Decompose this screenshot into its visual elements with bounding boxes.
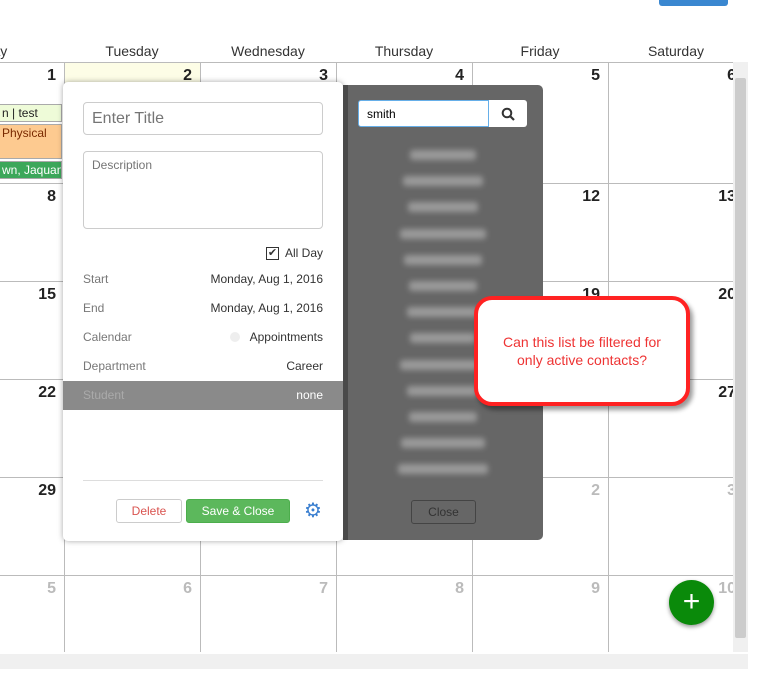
close-search-button[interactable]: Close xyxy=(411,500,476,524)
calendar-color-dot xyxy=(230,332,240,342)
field-label: Student xyxy=(83,388,125,402)
plus-icon: + xyxy=(682,585,701,618)
search-icon xyxy=(501,107,515,121)
search-result-item[interactable] xyxy=(410,150,476,160)
day-cell-number[interactable]: 8 xyxy=(0,188,56,206)
delete-button[interactable]: Delete xyxy=(116,499,182,523)
day-header: Wednesday xyxy=(231,43,305,59)
search-result-item[interactable] xyxy=(409,412,477,422)
day-header: Tuesday xyxy=(105,43,159,59)
calendar-event[interactable]: Physical xyxy=(0,124,62,159)
field-label: Department xyxy=(83,359,146,373)
search-result-item[interactable] xyxy=(409,281,477,291)
search-result-item[interactable] xyxy=(401,438,485,449)
field-label: Calendar xyxy=(83,330,132,344)
all-day-toggle[interactable]: ✔ All Day xyxy=(265,246,323,260)
grid-line xyxy=(0,575,745,576)
day-cell-number[interactable]: 4 xyxy=(344,67,464,85)
field-value[interactable]: none xyxy=(296,388,323,402)
field-label: Start xyxy=(83,272,109,286)
day-cell-number[interactable]: 7 xyxy=(208,580,328,598)
day-header: Thursday xyxy=(374,43,434,59)
description-input[interactable] xyxy=(83,151,323,229)
event-popup: ✔ All Day Start Monday, Aug 1, 2016 End Mon… xyxy=(63,82,343,541)
search-button[interactable] xyxy=(489,100,527,127)
search-result-item[interactable] xyxy=(400,228,486,239)
calendar-event[interactable]: n | test xyxy=(0,104,62,122)
search-result-item[interactable] xyxy=(398,464,488,475)
field-label: End xyxy=(83,301,105,315)
day-cell-number[interactable]: 5 xyxy=(480,67,600,85)
search-result-item[interactable] xyxy=(408,202,478,213)
day-header: Saturday xyxy=(647,43,705,59)
vertical-scrollbar[interactable] xyxy=(733,62,748,652)
day-cell-number[interactable]: 13 xyxy=(616,188,736,206)
day-cell-number[interactable]: 9 xyxy=(480,580,600,598)
day-cell-number[interactable]: 15 xyxy=(0,286,56,304)
search-result-item[interactable] xyxy=(407,385,479,396)
field-value[interactable]: Monday, Aug 1, 2016 xyxy=(210,301,323,315)
day-cell-number[interactable]: 29 xyxy=(0,482,56,500)
day-cell-number[interactable]: 8 xyxy=(344,580,464,598)
day-header: day xyxy=(0,43,8,59)
day-cell-number[interactable]: 22 xyxy=(0,384,56,402)
calendar-event[interactable]: wn, Jaquan xyxy=(0,161,62,179)
scrollbar-thumb[interactable] xyxy=(735,78,746,638)
day-cell-number[interactable]: 6 xyxy=(616,67,736,85)
title-input[interactable] xyxy=(83,102,323,135)
search-result-item[interactable] xyxy=(407,307,479,318)
field-value[interactable]: Career xyxy=(286,359,323,373)
annotation-callout: Can this list be filtered for only activ… xyxy=(474,296,690,406)
annotation-text: Can this list be filtered for only activ… xyxy=(503,334,661,368)
divider xyxy=(83,480,323,481)
save-close-button[interactable]: Save & Close xyxy=(186,499,290,523)
day-header: Friday xyxy=(520,43,560,59)
add-event-button[interactable]: + xyxy=(669,580,714,625)
search-result-item[interactable] xyxy=(410,333,476,344)
all-day-label: All Day xyxy=(284,246,323,260)
top-action-button[interactable] xyxy=(659,0,728,6)
checkbox-checked-icon[interactable]: ✔ xyxy=(265,246,279,260)
horizontal-scrollbar[interactable] xyxy=(0,654,748,669)
field-value[interactable]: Appointments xyxy=(250,330,323,344)
day-cell-number[interactable]: 5 xyxy=(0,580,56,598)
grid-line xyxy=(0,62,745,63)
search-result-item[interactable] xyxy=(404,254,482,265)
gear-icon[interactable]: ⚙ xyxy=(304,498,322,523)
student-search-input[interactable] xyxy=(358,100,489,127)
day-cell-number[interactable]: 6 xyxy=(72,580,192,598)
search-result-item[interactable] xyxy=(403,176,483,187)
day-cell-number[interactable]: 3 xyxy=(616,482,736,500)
field-value[interactable]: Monday, Aug 1, 2016 xyxy=(210,272,323,286)
day-cell-number[interactable]: 1 xyxy=(0,67,56,85)
